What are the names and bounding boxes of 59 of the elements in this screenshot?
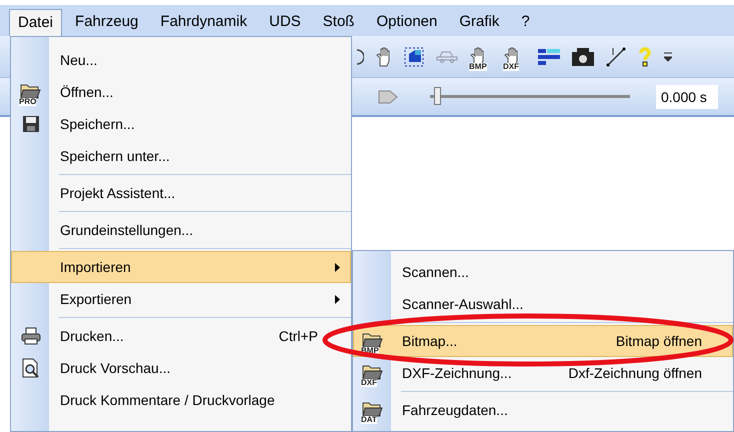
menu-bar-item[interactable]: UDS: [260, 9, 310, 36]
bars-icon[interactable]: [538, 48, 560, 64]
menu-item[interactable]: PRO Öffnen...: [11, 76, 351, 108]
menu-bar-item[interactable]: Stoß: [314, 9, 364, 36]
menu-item-label: Projekt Assistent...: [60, 184, 176, 203]
menu-item[interactable]: Exportieren: [11, 283, 351, 315]
time-value: 0.000 s: [656, 84, 718, 108]
menu-item-label: Druck Vorschau...: [60, 358, 172, 378]
menu-item[interactable]: Scannen...: [353, 256, 733, 288]
slider-thumb[interactable]: [434, 87, 441, 105]
menu-item-label: Neu...: [60, 50, 98, 70]
menu-item-label: Speichern unter...: [60, 146, 171, 166]
menu-item-label: Importieren: [60, 258, 132, 277]
menu-item[interactable]: Neu...: [11, 44, 351, 76]
menu-item[interactable]: Grundeinstellungen...: [11, 214, 351, 246]
icon-label: DAT: [361, 416, 377, 424]
menu-item-label: Drucken...: [60, 326, 125, 346]
menu-bar-item[interactable]: Optionen: [367, 9, 446, 36]
menu-bar-item[interactable]: Datei: [9, 9, 62, 36]
menu-bar-item[interactable]: ?: [512, 9, 539, 36]
menu-item-label: Fahrzeugdaten...: [402, 400, 509, 420]
item-hint: Dxf-Zeichnung öffnen: [568, 364, 702, 383]
play-icon[interactable]: [378, 90, 398, 104]
menu-item[interactable]: DXF DXF-Zeichnung... Dxf-Zeichnung öffnen: [353, 357, 733, 389]
icon-label: PRO: [19, 98, 36, 106]
menu-item-label: Bitmap...: [402, 332, 458, 351]
icon-label: BMP: [469, 62, 487, 70]
camera-icon[interactable]: [572, 48, 594, 66]
menu-item-label: Exportieren: [60, 290, 133, 309]
menu-item[interactable]: Projekt Assistent...: [11, 177, 351, 209]
menu-item[interactable]: Importieren: [11, 251, 351, 283]
overflow-chevron-icon[interactable]: [664, 52, 672, 62]
hand-icon[interactable]: [376, 46, 392, 66]
menu-item-label: DXF-Zeichnung...: [402, 364, 513, 383]
menu-bar-item[interactable]: Fahrzeug: [66, 9, 148, 36]
menu-item-label: Speichern...: [60, 114, 136, 134]
menu-item[interactable]: Druck Vorschau...: [11, 352, 351, 384]
item-hint: Bitmap öffnen: [616, 332, 702, 351]
menu-item[interactable]: Speichern...: [11, 108, 351, 140]
menu-item-label: Öffnen...: [60, 82, 114, 102]
print-preview-icon: [22, 358, 40, 378]
menu-item[interactable]: Scanner-Auswahl...: [353, 288, 733, 320]
menu-item-label: Scanner-Auswahl...: [402, 294, 524, 314]
shortcut-label: Ctrl+P: [278, 326, 318, 346]
icon-label: DXF: [361, 379, 377, 387]
selection-icon[interactable]: [404, 46, 424, 66]
menu-item[interactable]: Speichern unter...: [11, 140, 351, 172]
help-icon[interactable]: [638, 46, 652, 66]
menu-item[interactable]: Druck Kommentare / Druckvorlage: [11, 384, 351, 416]
menu-item[interactable]: DAT Fahrzeugdaten...: [353, 394, 733, 426]
menu-item-label: Scannen...: [402, 262, 470, 282]
menu-bar-item[interactable]: Grafik: [450, 9, 508, 36]
printer-icon: [21, 327, 41, 345]
icon-label: DXF: [503, 62, 519, 70]
menu-item-label: Druck Kommentare / Druckvorlage: [60, 390, 276, 410]
menu-item-label: Grundeinstellungen...: [60, 220, 194, 240]
menu-item[interactable]: Drucken... Ctrl+P: [11, 320, 351, 352]
scale-icon[interactable]: [606, 46, 626, 66]
menu-bar-item[interactable]: Fahrdynamik: [151, 9, 256, 36]
